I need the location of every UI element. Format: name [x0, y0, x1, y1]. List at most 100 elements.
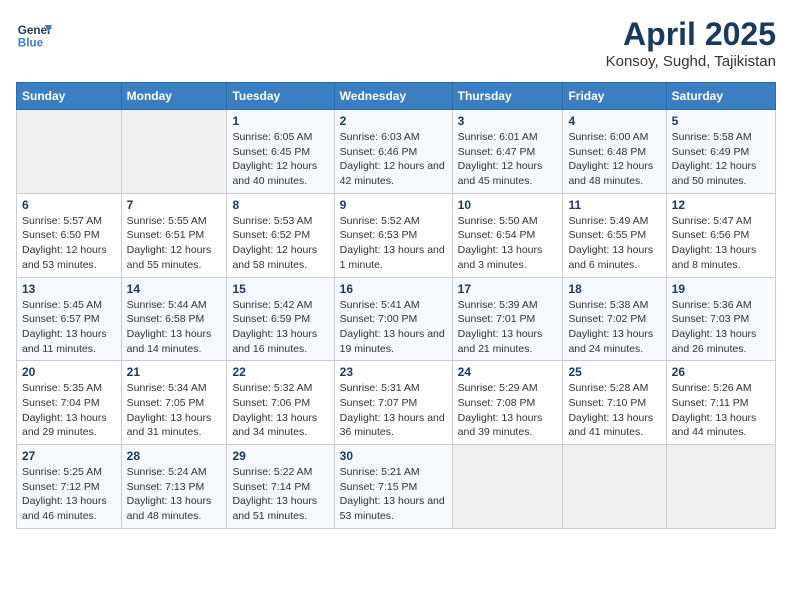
day-info: Sunrise: 6:03 AM Sunset: 6:46 PM Dayligh… — [340, 130, 447, 189]
daylight-text: Daylight: 13 hours and 36 minutes. — [340, 412, 445, 439]
header-monday: Monday — [121, 83, 227, 110]
location-title: Konsoy, Sughd, Tajikistan — [606, 53, 776, 70]
calendar-day-cell: 2 Sunrise: 6:03 AM Sunset: 6:46 PM Dayli… — [334, 110, 452, 194]
sunset-text: Sunset: 6:53 PM — [340, 229, 418, 241]
daylight-text: Daylight: 13 hours and 31 minutes. — [127, 412, 212, 439]
title-block: April 2025 Konsoy, Sughd, Tajikistan — [606, 16, 776, 70]
daylight-text: Daylight: 13 hours and 6 minutes. — [568, 244, 653, 271]
day-number: 6 — [22, 198, 116, 212]
day-info: Sunrise: 5:22 AM Sunset: 7:14 PM Dayligh… — [232, 465, 328, 524]
day-number: 2 — [340, 114, 447, 128]
day-info: Sunrise: 5:39 AM Sunset: 7:01 PM Dayligh… — [458, 298, 558, 357]
day-info: Sunrise: 6:05 AM Sunset: 6:45 PM Dayligh… — [232, 130, 328, 189]
sunrise-text: Sunrise: 5:28 AM — [568, 382, 648, 394]
day-number: 27 — [22, 449, 116, 463]
sunrise-text: Sunrise: 5:26 AM — [672, 382, 752, 394]
day-number: 12 — [672, 198, 770, 212]
sunset-text: Sunset: 7:04 PM — [22, 397, 100, 409]
calendar-week-row: 20 Sunrise: 5:35 AM Sunset: 7:04 PM Dayl… — [17, 361, 776, 445]
sunset-text: Sunset: 7:08 PM — [458, 397, 536, 409]
daylight-text: Daylight: 12 hours and 42 minutes. — [340, 160, 445, 187]
calendar-week-row: 1 Sunrise: 6:05 AM Sunset: 6:45 PM Dayli… — [17, 110, 776, 194]
day-info: Sunrise: 6:00 AM Sunset: 6:48 PM Dayligh… — [568, 130, 660, 189]
sunrise-text: Sunrise: 5:29 AM — [458, 382, 538, 394]
calendar-day-cell: 24 Sunrise: 5:29 AM Sunset: 7:08 PM Dayl… — [452, 361, 563, 445]
sunrise-text: Sunrise: 5:45 AM — [22, 299, 102, 311]
calendar-day-cell: 4 Sunrise: 6:00 AM Sunset: 6:48 PM Dayli… — [563, 110, 666, 194]
day-info: Sunrise: 5:34 AM Sunset: 7:05 PM Dayligh… — [127, 381, 222, 440]
daylight-text: Daylight: 13 hours and 19 minutes. — [340, 328, 445, 355]
sunset-text: Sunset: 6:46 PM — [340, 146, 418, 158]
calendar-day-cell: 25 Sunrise: 5:28 AM Sunset: 7:10 PM Dayl… — [563, 361, 666, 445]
day-number: 26 — [672, 365, 770, 379]
day-info: Sunrise: 5:47 AM Sunset: 6:56 PM Dayligh… — [672, 214, 770, 273]
sunset-text: Sunset: 6:58 PM — [127, 313, 205, 325]
sunrise-text: Sunrise: 5:21 AM — [340, 466, 420, 478]
day-info: Sunrise: 5:25 AM Sunset: 7:12 PM Dayligh… — [22, 465, 116, 524]
daylight-text: Daylight: 13 hours and 44 minutes. — [672, 412, 757, 439]
sunset-text: Sunset: 7:00 PM — [340, 313, 418, 325]
calendar-day-cell: 20 Sunrise: 5:35 AM Sunset: 7:04 PM Dayl… — [17, 361, 122, 445]
daylight-text: Daylight: 12 hours and 45 minutes. — [458, 160, 543, 187]
daylight-text: Daylight: 13 hours and 3 minutes. — [458, 244, 543, 271]
page-header: General Blue April 2025 Konsoy, Sughd, T… — [16, 16, 776, 70]
day-info: Sunrise: 5:52 AM Sunset: 6:53 PM Dayligh… — [340, 214, 447, 273]
sunrise-text: Sunrise: 5:38 AM — [568, 299, 648, 311]
day-number: 19 — [672, 282, 770, 296]
daylight-text: Daylight: 12 hours and 50 minutes. — [672, 160, 757, 187]
daylight-text: Daylight: 13 hours and 51 minutes. — [232, 495, 317, 522]
calendar-week-row: 27 Sunrise: 5:25 AM Sunset: 7:12 PM Dayl… — [17, 445, 776, 529]
logo: General Blue — [16, 16, 52, 52]
day-number: 17 — [458, 282, 558, 296]
sunset-text: Sunset: 7:10 PM — [568, 397, 646, 409]
day-number: 4 — [568, 114, 660, 128]
sunrise-text: Sunrise: 5:34 AM — [127, 382, 207, 394]
day-info: Sunrise: 5:32 AM Sunset: 7:06 PM Dayligh… — [232, 381, 328, 440]
day-number: 21 — [127, 365, 222, 379]
day-info: Sunrise: 5:41 AM Sunset: 7:00 PM Dayligh… — [340, 298, 447, 357]
day-number: 1 — [232, 114, 328, 128]
daylight-text: Daylight: 13 hours and 39 minutes. — [458, 412, 543, 439]
daylight-text: Daylight: 13 hours and 11 minutes. — [22, 328, 107, 355]
weekday-header-row: Sunday Monday Tuesday Wednesday Thursday… — [17, 83, 776, 110]
header-saturday: Saturday — [666, 83, 775, 110]
day-number: 29 — [232, 449, 328, 463]
day-number: 10 — [458, 198, 558, 212]
calendar-day-cell: 18 Sunrise: 5:38 AM Sunset: 7:02 PM Dayl… — [563, 277, 666, 361]
calendar-day-cell: 12 Sunrise: 5:47 AM Sunset: 6:56 PM Dayl… — [666, 193, 775, 277]
calendar-day-cell: 7 Sunrise: 5:55 AM Sunset: 6:51 PM Dayli… — [121, 193, 227, 277]
month-title: April 2025 — [606, 16, 776, 53]
sunrise-text: Sunrise: 6:03 AM — [340, 131, 420, 143]
calendar-day-cell: 13 Sunrise: 5:45 AM Sunset: 6:57 PM Dayl… — [17, 277, 122, 361]
daylight-text: Daylight: 12 hours and 55 minutes. — [127, 244, 212, 271]
sunrise-text: Sunrise: 6:05 AM — [232, 131, 312, 143]
daylight-text: Daylight: 13 hours and 21 minutes. — [458, 328, 543, 355]
sunrise-text: Sunrise: 5:35 AM — [22, 382, 102, 394]
day-info: Sunrise: 5:55 AM Sunset: 6:51 PM Dayligh… — [127, 214, 222, 273]
calendar-day-cell — [121, 110, 227, 194]
sunset-text: Sunset: 6:55 PM — [568, 229, 646, 241]
logo-icon: General Blue — [16, 16, 52, 52]
calendar-day-cell — [17, 110, 122, 194]
sunset-text: Sunset: 7:05 PM — [127, 397, 205, 409]
sunset-text: Sunset: 7:15 PM — [340, 481, 418, 493]
calendar-day-cell: 11 Sunrise: 5:49 AM Sunset: 6:55 PM Dayl… — [563, 193, 666, 277]
daylight-text: Daylight: 13 hours and 8 minutes. — [672, 244, 757, 271]
day-number: 22 — [232, 365, 328, 379]
calendar-day-cell: 5 Sunrise: 5:58 AM Sunset: 6:49 PM Dayli… — [666, 110, 775, 194]
header-thursday: Thursday — [452, 83, 563, 110]
daylight-text: Daylight: 13 hours and 53 minutes. — [340, 495, 445, 522]
sunset-text: Sunset: 6:56 PM — [672, 229, 750, 241]
day-info: Sunrise: 5:58 AM Sunset: 6:49 PM Dayligh… — [672, 130, 770, 189]
day-info: Sunrise: 5:31 AM Sunset: 7:07 PM Dayligh… — [340, 381, 447, 440]
sunset-text: Sunset: 6:48 PM — [568, 146, 646, 158]
day-number: 7 — [127, 198, 222, 212]
sunset-text: Sunset: 6:45 PM — [232, 146, 310, 158]
sunrise-text: Sunrise: 5:31 AM — [340, 382, 420, 394]
sunset-text: Sunset: 6:51 PM — [127, 229, 205, 241]
sunrise-text: Sunrise: 5:42 AM — [232, 299, 312, 311]
svg-text:Blue: Blue — [18, 37, 44, 50]
day-info: Sunrise: 5:28 AM Sunset: 7:10 PM Dayligh… — [568, 381, 660, 440]
calendar-day-cell: 10 Sunrise: 5:50 AM Sunset: 6:54 PM Dayl… — [452, 193, 563, 277]
calendar-day-cell: 27 Sunrise: 5:25 AM Sunset: 7:12 PM Dayl… — [17, 445, 122, 529]
